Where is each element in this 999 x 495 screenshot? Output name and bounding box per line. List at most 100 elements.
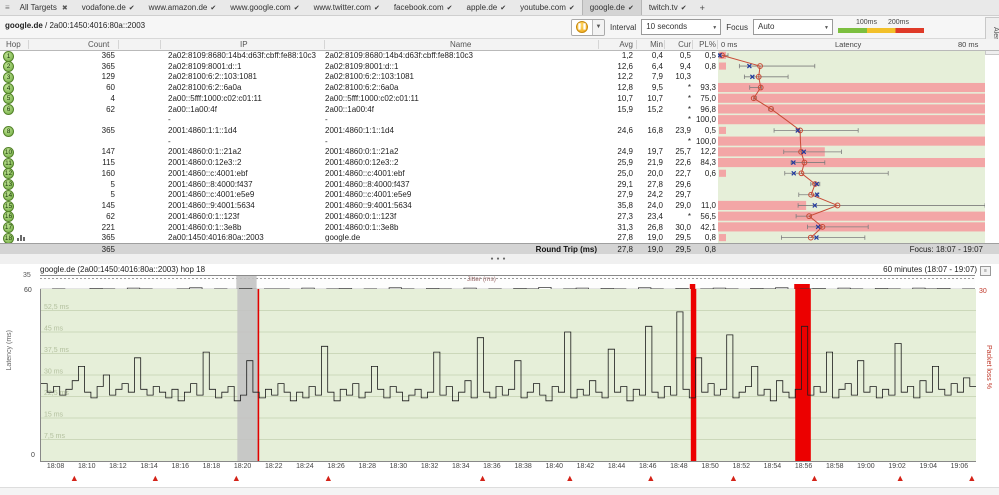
tab-google.de[interactable]: google.de ✔ [581, 0, 642, 15]
latency-timeline-chart[interactable]: 52,5 ms45 ms37,5 ms30 ms22,5 ms15 ms7,5 … [40, 289, 976, 462]
time-tick: 18:36 [483, 463, 501, 470]
footer-avg: 27,8 [617, 245, 633, 254]
alert-triangle-icon[interactable]: ▲ [232, 471, 241, 485]
toolbar: google.de / 2a00:1450:4016:80a::2003 ❚❚ … [0, 16, 999, 39]
time-tick: 19:02 [888, 463, 906, 470]
cur-cell: * [687, 104, 691, 114]
header-cur[interactable]: Cur [665, 40, 691, 49]
name-cell: - [325, 115, 328, 125]
header-min[interactable]: Min [637, 40, 663, 49]
time-tick: 18:50 [701, 463, 719, 470]
svg-text:37,5 ms: 37,5 ms [44, 347, 69, 354]
cur-cell: * [687, 83, 691, 93]
hop-latency-chart[interactable] [718, 50, 985, 243]
alert-triangle-icon[interactable]: ▲ [810, 471, 819, 485]
check-icon: ✔ [293, 4, 300, 12]
cur-cell: 9,4 [679, 61, 691, 71]
header-separator [160, 40, 161, 49]
tab-twitch.tv[interactable]: twitch.tv ✔ [642, 0, 694, 15]
min-cell: 10,7 [647, 93, 663, 103]
header-ip[interactable]: IP [240, 40, 248, 49]
alert-triangle-icon[interactable]: ▲ [896, 471, 905, 485]
header-count[interactable]: Count [88, 40, 109, 49]
tab-label: youtube.com [520, 3, 566, 12]
ip-cell: - [168, 115, 171, 125]
ip-cell: 2001:4860:1:1::1d4 [168, 126, 237, 136]
trace-control: ❚❚ ▼ [570, 18, 605, 36]
alert-triangle-icon[interactable]: ▲ [565, 471, 574, 485]
toolbar-controls: ❚❚ ▼ Interval 10 seconds Focus Auto 100m… [570, 18, 924, 36]
alert-triangle-icon[interactable]: ▲ [70, 471, 79, 485]
count-cell: 160 [101, 168, 115, 178]
name-cell: 2001:4860:0:1::3e8b [325, 222, 399, 232]
alert-triangle-icon[interactable]: ▲ [729, 471, 738, 485]
target-tab-bar: ≡ All Targets ✖ vodafone.de ✔ www.amazon.d… [0, 0, 999, 16]
tab-label: www.amazon.de [148, 3, 208, 12]
pl-cell: 0,8 [704, 61, 716, 71]
pause-button[interactable]: ❚❚ [571, 19, 592, 35]
timeline-range-label[interactable]: 60 minutes (18:07 - 19:07) [883, 265, 977, 274]
header-separator [598, 40, 599, 49]
packet-loss-axis-label: Packet loss % [985, 345, 992, 389]
tab-label: www.google.com [230, 3, 291, 12]
breadcrumb: google.de / 2a00:1450:4016:80a::2003 [5, 21, 145, 30]
check-icon: ✔ [210, 4, 217, 12]
tab-www.google.com[interactable]: www.google.com ✔ [223, 0, 306, 15]
cur-cell: * [687, 136, 691, 146]
header-hop[interactable]: Hop [6, 40, 21, 49]
time-tick: 18:22 [264, 463, 283, 470]
legend-200ms-label: 200ms [888, 19, 910, 26]
ip-cell: 2a00::5fff:1000:c02:c01:11 [168, 93, 262, 103]
header-avg[interactable]: Avg [601, 40, 633, 49]
min-cell: 26,8 [647, 222, 663, 232]
cur-cell: 22,6 [675, 158, 691, 168]
ip-cell: 2001:4860:0:1::21a2 [168, 147, 242, 157]
header-pl[interactable]: PL% [693, 40, 716, 49]
tab-www.twitter.com[interactable]: www.twitter.com ✔ [307, 0, 387, 15]
avg-cell: 27,3 [617, 211, 633, 221]
header-name[interactable]: Name [450, 40, 471, 49]
close-icon[interactable]: ✖ [62, 4, 68, 12]
count-cell: 4 [110, 93, 115, 103]
focus-select[interactable]: Auto [753, 19, 833, 35]
tab-label: apple.de [466, 3, 498, 12]
time-tick: 18:24 [296, 463, 314, 470]
min-cell: 19,7 [647, 147, 663, 157]
pause-dropdown-arrow[interactable]: ▼ [591, 19, 604, 35]
time-tick: 18:18 [202, 463, 221, 470]
count-cell: 365 [101, 126, 115, 136]
name-cell: 2001:4860:1:1::1d4 [325, 126, 394, 136]
alert-triangle-icon[interactable]: ▲ [967, 471, 976, 485]
alert-triangle-icon[interactable]: ▲ [324, 471, 333, 485]
min-cell: 21,9 [647, 158, 663, 168]
interval-select[interactable]: 10 seconds [641, 19, 722, 35]
time-tick: 19:06 [950, 463, 969, 470]
jitter-strip-chart [40, 275, 975, 290]
tab-vodafone.de[interactable]: vodafone.de ✔ [75, 0, 142, 15]
trace-table: Hop Count IP Name Avg Min Cur PL% 0 ms L… [0, 39, 999, 255]
svg-text:15 ms: 15 ms [44, 412, 64, 419]
time-tick: 18:58 [825, 463, 844, 470]
avg-cell: 25,9 [617, 158, 633, 168]
alert-triangle-icon[interactable]: ▲ [646, 471, 655, 485]
menu-icon[interactable]: ≡ [0, 3, 13, 12]
tab-apple.de[interactable]: apple.de ✔ [460, 0, 514, 15]
name-cell: 2a02:8100:6:2::6a0a [325, 83, 399, 93]
legend-100ms-label: 100ms [856, 19, 878, 26]
tab-all-targets[interactable]: All Targets ✖ [13, 0, 75, 15]
pl-cell: 56,5 [700, 211, 716, 221]
new-tab-button[interactable]: + [694, 3, 711, 13]
legend-gradient-bar [838, 28, 924, 33]
tab-youtube.com[interactable]: youtube.com ✔ [513, 0, 582, 15]
pl-cell: 100,0 [695, 136, 716, 146]
name-cell: 2001:4860:0:12e3::2 [325, 158, 399, 168]
name-cell: 2001:4860::8:4000:f437 [325, 179, 410, 189]
alert-triangle-icon[interactable]: ▲ [151, 471, 160, 485]
timeline-range-menu-icon[interactable]: ≡ [980, 266, 991, 276]
check-icon: ✔ [500, 4, 507, 12]
time-tick: 18:34 [451, 463, 470, 470]
alert-triangle-icon[interactable]: ▲ [478, 471, 487, 485]
focus-range-label: Focus: 18:07 - 19:07 [909, 245, 983, 254]
tab-facebook.com[interactable]: facebook.com ✔ [387, 0, 460, 15]
tab-www.amazon.de[interactable]: www.amazon.de ✔ [142, 0, 224, 15]
